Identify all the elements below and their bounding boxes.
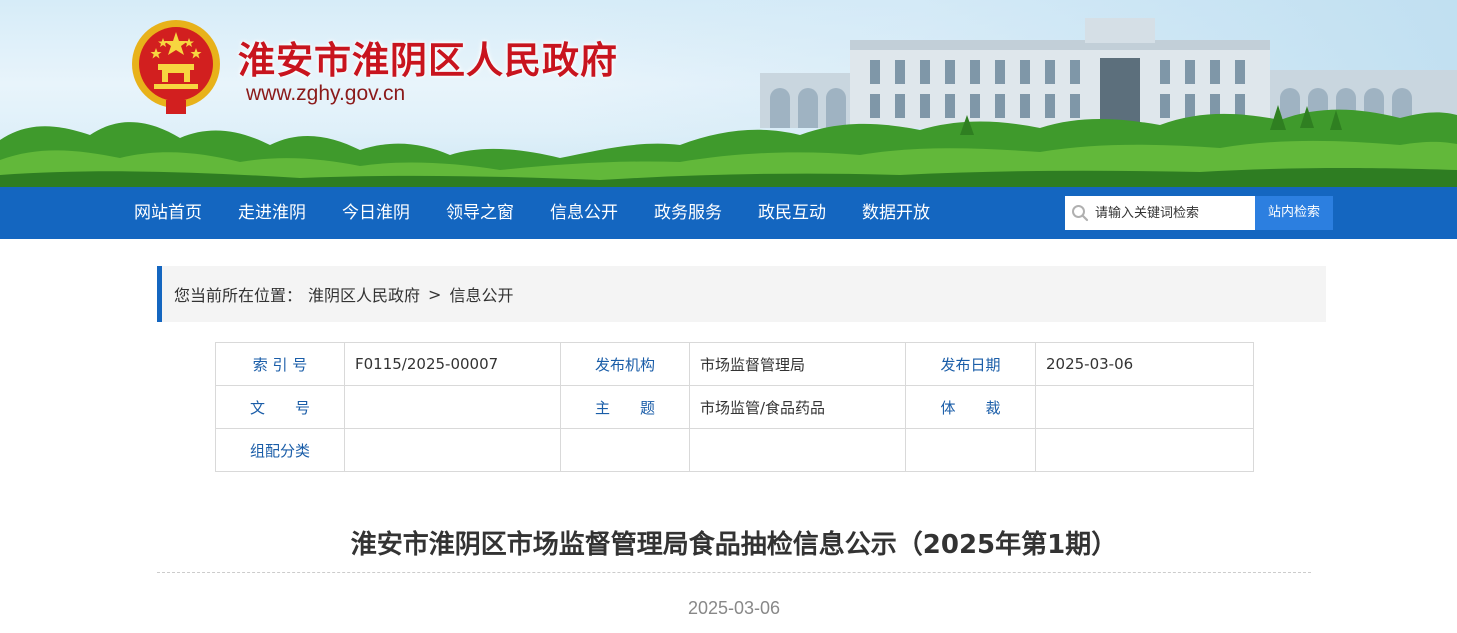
publish-date-label: 发布日期: [905, 342, 1036, 386]
table-row: 文 号 主 题 市场监管/食品药品 体 裁: [215, 385, 1254, 429]
index-number-label: 索 引 号: [215, 342, 345, 386]
nav-item-open-data[interactable]: 数据开放: [862, 187, 930, 239]
search-button[interactable]: 站内检索: [1255, 196, 1333, 230]
nav-item-home[interactable]: 网站首页: [134, 187, 202, 239]
empty-cell: [560, 428, 690, 472]
search-icon: [1072, 205, 1089, 222]
nav-item-today[interactable]: 今日淮阴: [342, 187, 410, 239]
nav-menu: 网站首页 走进淮阴 今日淮阴 领导之窗 信息公开 政务服务 政民互动 数据开放: [134, 187, 966, 239]
breadcrumb-prefix: 您当前所在位置：: [174, 286, 303, 305]
category-value: [344, 428, 561, 472]
article-title: 淮安市淮阴区市场监督管理局食品抽检信息公示（2025年第1期）: [350, 530, 1118, 560]
breadcrumb-item-home[interactable]: 淮阴区人民政府: [308, 282, 420, 306]
title-divider: [157, 572, 1311, 573]
empty-cell: [689, 428, 906, 472]
document-info-table: 索 引 号 F0115/2025-00007 发布机构 市场监督管理局 发布日期…: [215, 342, 1254, 472]
index-number-value: F0115/2025-00007: [344, 342, 561, 386]
nav-item-services[interactable]: 政务服务: [654, 187, 722, 239]
national-emblem-icon: [132, 20, 220, 114]
nav-item-info-disclosure[interactable]: 信息公开: [550, 187, 618, 239]
document-number-label: 文 号: [215, 385, 345, 429]
table-row: 索 引 号 F0115/2025-00007 发布机构 市场监督管理局 发布日期…: [215, 342, 1254, 386]
category-label: 组配分类: [215, 428, 345, 472]
genre-value: [1035, 385, 1254, 429]
breadcrumb: 您当前所在位置： 淮阴区人民政府 > 信息公开: [157, 266, 1326, 322]
nav-item-interaction[interactable]: 政民互动: [758, 187, 826, 239]
nav-item-leaders[interactable]: 领导之窗: [446, 187, 514, 239]
genre-label: 体 裁: [905, 385, 1036, 429]
publisher-label: 发布机构: [560, 342, 690, 386]
publish-date-value: 2025-03-06: [1035, 342, 1254, 386]
article-date: 2025-03-06: [687, 598, 781, 618]
empty-cell: [905, 428, 1036, 472]
nav-item-about[interactable]: 走进淮阴: [238, 187, 306, 239]
empty-cell: [1035, 428, 1254, 472]
search-input[interactable]: [1095, 198, 1245, 228]
publisher-value: 市场监督管理局: [689, 342, 906, 386]
site-url[interactable]: www.zghy.gov.cn: [246, 82, 405, 106]
breadcrumb-separator: >: [428, 284, 442, 304]
subject-value: 市场监管/食品药品: [689, 385, 906, 429]
search-box: [1065, 196, 1255, 230]
header-banner: 淮安市淮阴区人民政府 www.zghy.gov.cn: [0, 0, 1457, 187]
table-row: 组配分类: [215, 428, 1254, 472]
breadcrumb-item-info-disclosure[interactable]: 信息公开: [449, 282, 513, 306]
document-number-value: [344, 385, 561, 429]
site-title[interactable]: 淮安市淮阴区人民政府: [238, 30, 618, 84]
subject-label: 主 题: [560, 385, 690, 429]
